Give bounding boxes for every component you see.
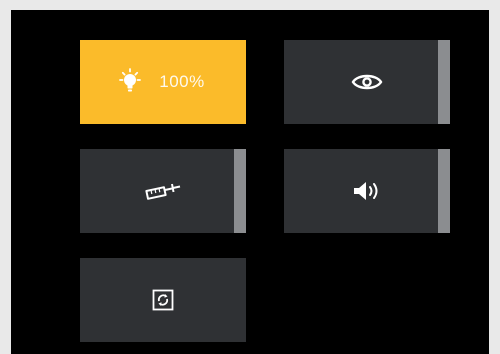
volume-button[interactable] bbox=[284, 149, 450, 233]
visibility-button[interactable] bbox=[284, 40, 450, 124]
syringe-button[interactable] bbox=[80, 149, 246, 233]
volume-slider[interactable] bbox=[438, 149, 450, 233]
eye-icon bbox=[351, 71, 383, 93]
lightbulb-icon bbox=[115, 67, 145, 97]
speaker-icon bbox=[351, 180, 383, 202]
visibility-slider[interactable] bbox=[438, 40, 450, 124]
brightness-value: 100% bbox=[159, 72, 205, 91]
syringe-icon bbox=[143, 181, 183, 201]
syringe-slider[interactable] bbox=[234, 149, 246, 233]
brightness-content: 100% bbox=[115, 67, 204, 97]
brightness-button[interactable]: 100% bbox=[80, 40, 246, 124]
refresh-icon bbox=[152, 289, 174, 311]
control-panel: 100% bbox=[11, 10, 489, 354]
refresh-button[interactable] bbox=[80, 258, 246, 342]
